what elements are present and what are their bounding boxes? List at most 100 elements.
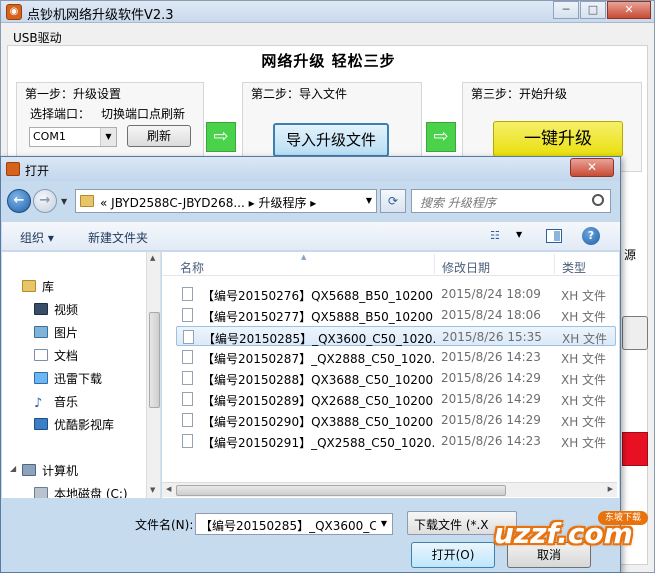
file-type: XH 文件	[561, 415, 607, 429]
scroll-up-icon[interactable]: ▲	[150, 254, 155, 262]
preview-pane-icon[interactable]	[546, 229, 562, 243]
file-name: 【编号20150276】QX5688_B50_10200...	[202, 289, 434, 303]
video-icon	[34, 303, 48, 315]
tree-item-video[interactable]: 视频	[34, 301, 78, 318]
navigation-pane: 库 视频 图片 文档 迅雷下载 ♪ 音乐 优酷影视库 ◢ 计算机 本地磁盘 (C:…	[2, 252, 161, 498]
tree-label: 库	[42, 280, 55, 294]
file-row[interactable]: 【编号20150289】QX2688_C50_10200... 2015/8/2…	[176, 389, 616, 409]
minimize-icon[interactable]: ─	[553, 1, 579, 19]
port-select-value: COM1	[33, 130, 66, 143]
file-list-pane: ▲ 名称 修改日期 类型 【编号20150276】QX5688_B50_1020…	[162, 252, 619, 498]
tree-item-media-library[interactable]: 优酷影视库	[34, 416, 114, 433]
side-red-button[interactable]	[622, 432, 648, 466]
file-row[interactable]: 【编号20150277】QX5888_B50_10200... 2015/8/2…	[176, 305, 616, 325]
close-icon[interactable]: ✕	[570, 158, 614, 177]
file-date: 2015/8/26 14:23	[441, 350, 541, 364]
file-type: XH 文件	[561, 352, 607, 366]
tree-label: 迅雷下载	[54, 372, 103, 386]
disk-icon	[34, 487, 48, 498]
back-arrow-icon[interactable]: ←	[7, 189, 31, 213]
new-folder-button[interactable]: 新建文件夹	[88, 229, 148, 246]
port-select[interactable]: COM1 ▼	[29, 127, 117, 147]
chevron-down-icon[interactable]: ▼	[376, 514, 392, 534]
tree-label: 计算机	[42, 464, 79, 478]
column-divider[interactable]	[434, 254, 435, 274]
close-icon[interactable]: ✕	[607, 1, 651, 19]
expand-arrow-icon[interactable]: ◢	[10, 464, 16, 473]
dialog-app-icon	[6, 162, 20, 176]
history-dropdown-icon[interactable]: ▼	[61, 197, 67, 206]
tree-item-local-disk[interactable]: 本地磁盘 (C:)	[34, 485, 128, 498]
tree-item-library[interactable]: 库	[22, 278, 54, 295]
tree-label: 视频	[54, 303, 79, 317]
refresh-icon[interactable]: ⟳	[380, 189, 406, 213]
column-divider[interactable]	[554, 254, 555, 274]
scroll-down-icon[interactable]: ▼	[150, 486, 155, 494]
scrollbar-thumb[interactable]	[176, 485, 506, 496]
app-title: 点钞机网络升级软件V2.3	[27, 8, 174, 23]
tree-item-computer[interactable]: 计算机	[22, 462, 78, 479]
step1-title: 第一步：升级设置	[25, 87, 122, 101]
download-icon	[34, 372, 48, 384]
file-name: 【编号20150287】_QX2888_C50_1020...	[202, 352, 434, 366]
file-date: 2015/8/24 18:09	[441, 287, 541, 301]
scroll-left-icon[interactable]: ◀	[166, 485, 171, 493]
view-options-icon[interactable]: ☷	[490, 229, 506, 243]
watermark: uzzf.com 东坡下载	[494, 509, 654, 567]
open-button[interactable]: 打开(O)	[411, 542, 495, 568]
tree-label: 音乐	[54, 395, 79, 409]
scrollbar-thumb[interactable]	[149, 312, 160, 408]
scroll-right-icon[interactable]: ▶	[608, 485, 613, 493]
search-input[interactable]: 搜索 升级程序	[411, 189, 611, 213]
step3-title: 第三步：开始升级	[471, 87, 568, 101]
app-logo-icon: ◉	[6, 4, 22, 20]
file-date: 2015/8/26 14:23	[441, 434, 541, 448]
file-icon	[182, 308, 193, 322]
chevron-down-icon[interactable]: ▼	[516, 230, 522, 239]
column-headers: ▲ 名称 修改日期 类型	[162, 252, 619, 276]
chevron-down-icon[interactable]: ▼	[366, 196, 372, 205]
sort-ascending-icon: ▲	[301, 253, 307, 261]
tree-item-documents[interactable]: 文档	[34, 347, 78, 364]
column-name[interactable]: 名称	[180, 259, 204, 276]
column-type[interactable]: 类型	[562, 259, 586, 276]
filetype-value: 下载文件 (*.X	[414, 518, 489, 532]
side-button[interactable]	[622, 316, 648, 350]
file-type: XH 文件	[561, 310, 607, 324]
forward-arrow-icon[interactable]: →	[33, 189, 57, 213]
help-icon[interactable]: ?	[582, 227, 600, 245]
organize-menu[interactable]: 组织 ▾	[20, 229, 54, 246]
file-row-selected[interactable]: 【编号20150285】_QX3600_C50_1020... 2015/8/2…	[176, 326, 616, 346]
refresh-button[interactable]: 刷新	[127, 125, 191, 147]
chevron-down-icon[interactable]: ▼	[100, 128, 116, 146]
nav-scrollbar[interactable]: ▲ ▼	[146, 252, 160, 498]
file-row[interactable]: 【编号20150276】QX5688_B50_10200... 2015/8/2…	[176, 284, 616, 304]
one-click-upgrade-button[interactable]: 一键升级	[493, 121, 623, 157]
tree-item-downloads[interactable]: 迅雷下载	[34, 370, 102, 387]
refresh-hint: 切换端口点刷新	[101, 107, 186, 121]
tree-label: 文档	[54, 349, 79, 363]
filename-input[interactable]: 【编号20150285】_QX3600_C5( ▼	[195, 513, 393, 535]
import-file-button[interactable]: 导入升级文件	[273, 123, 389, 157]
menu-usb-driver[interactable]: USB驱动	[9, 31, 66, 45]
search-placeholder: 搜索 升级程序	[420, 196, 496, 210]
file-name: 【编号20150289】QX2688_C50_10200...	[202, 394, 434, 408]
file-icon	[182, 413, 193, 427]
file-row[interactable]: 【编号20150288】QX3688_C50_10200... 2015/8/2…	[176, 368, 616, 388]
file-type: XH 文件	[562, 332, 608, 346]
file-type: XH 文件	[561, 394, 607, 408]
maximize-icon[interactable]: □	[580, 1, 606, 19]
filename-label: 文件名(N):	[135, 518, 194, 532]
column-date[interactable]: 修改日期	[442, 259, 490, 276]
address-bar[interactable]: « JBYD2588C-JBYD268... ▸ 升级程序 ▸ ▼	[75, 189, 377, 213]
tree-item-music[interactable]: ♪ 音乐	[34, 393, 78, 412]
file-row[interactable]: 【编号20150287】_QX2888_C50_1020... 2015/8/2…	[176, 347, 616, 367]
file-date: 2015/8/26 14:29	[441, 413, 541, 427]
tree-item-pictures[interactable]: 图片	[34, 324, 78, 341]
file-row[interactable]: 【编号20150290】QX3888_C50_10200... 2015/8/2…	[176, 410, 616, 430]
dialog-toolbar: 组织 ▾ 新建文件夹 ☷ ▼ ?	[2, 221, 620, 251]
horizontal-scrollbar[interactable]: ◀ ▶	[162, 482, 617, 497]
file-type: XH 文件	[561, 373, 607, 387]
address-path: « JBYD2588C-JBYD268... ▸ 升级程序 ▸	[100, 196, 317, 210]
file-row[interactable]: 【编号20150291】_QX2588_C50_1020... 2015/8/2…	[176, 431, 616, 451]
